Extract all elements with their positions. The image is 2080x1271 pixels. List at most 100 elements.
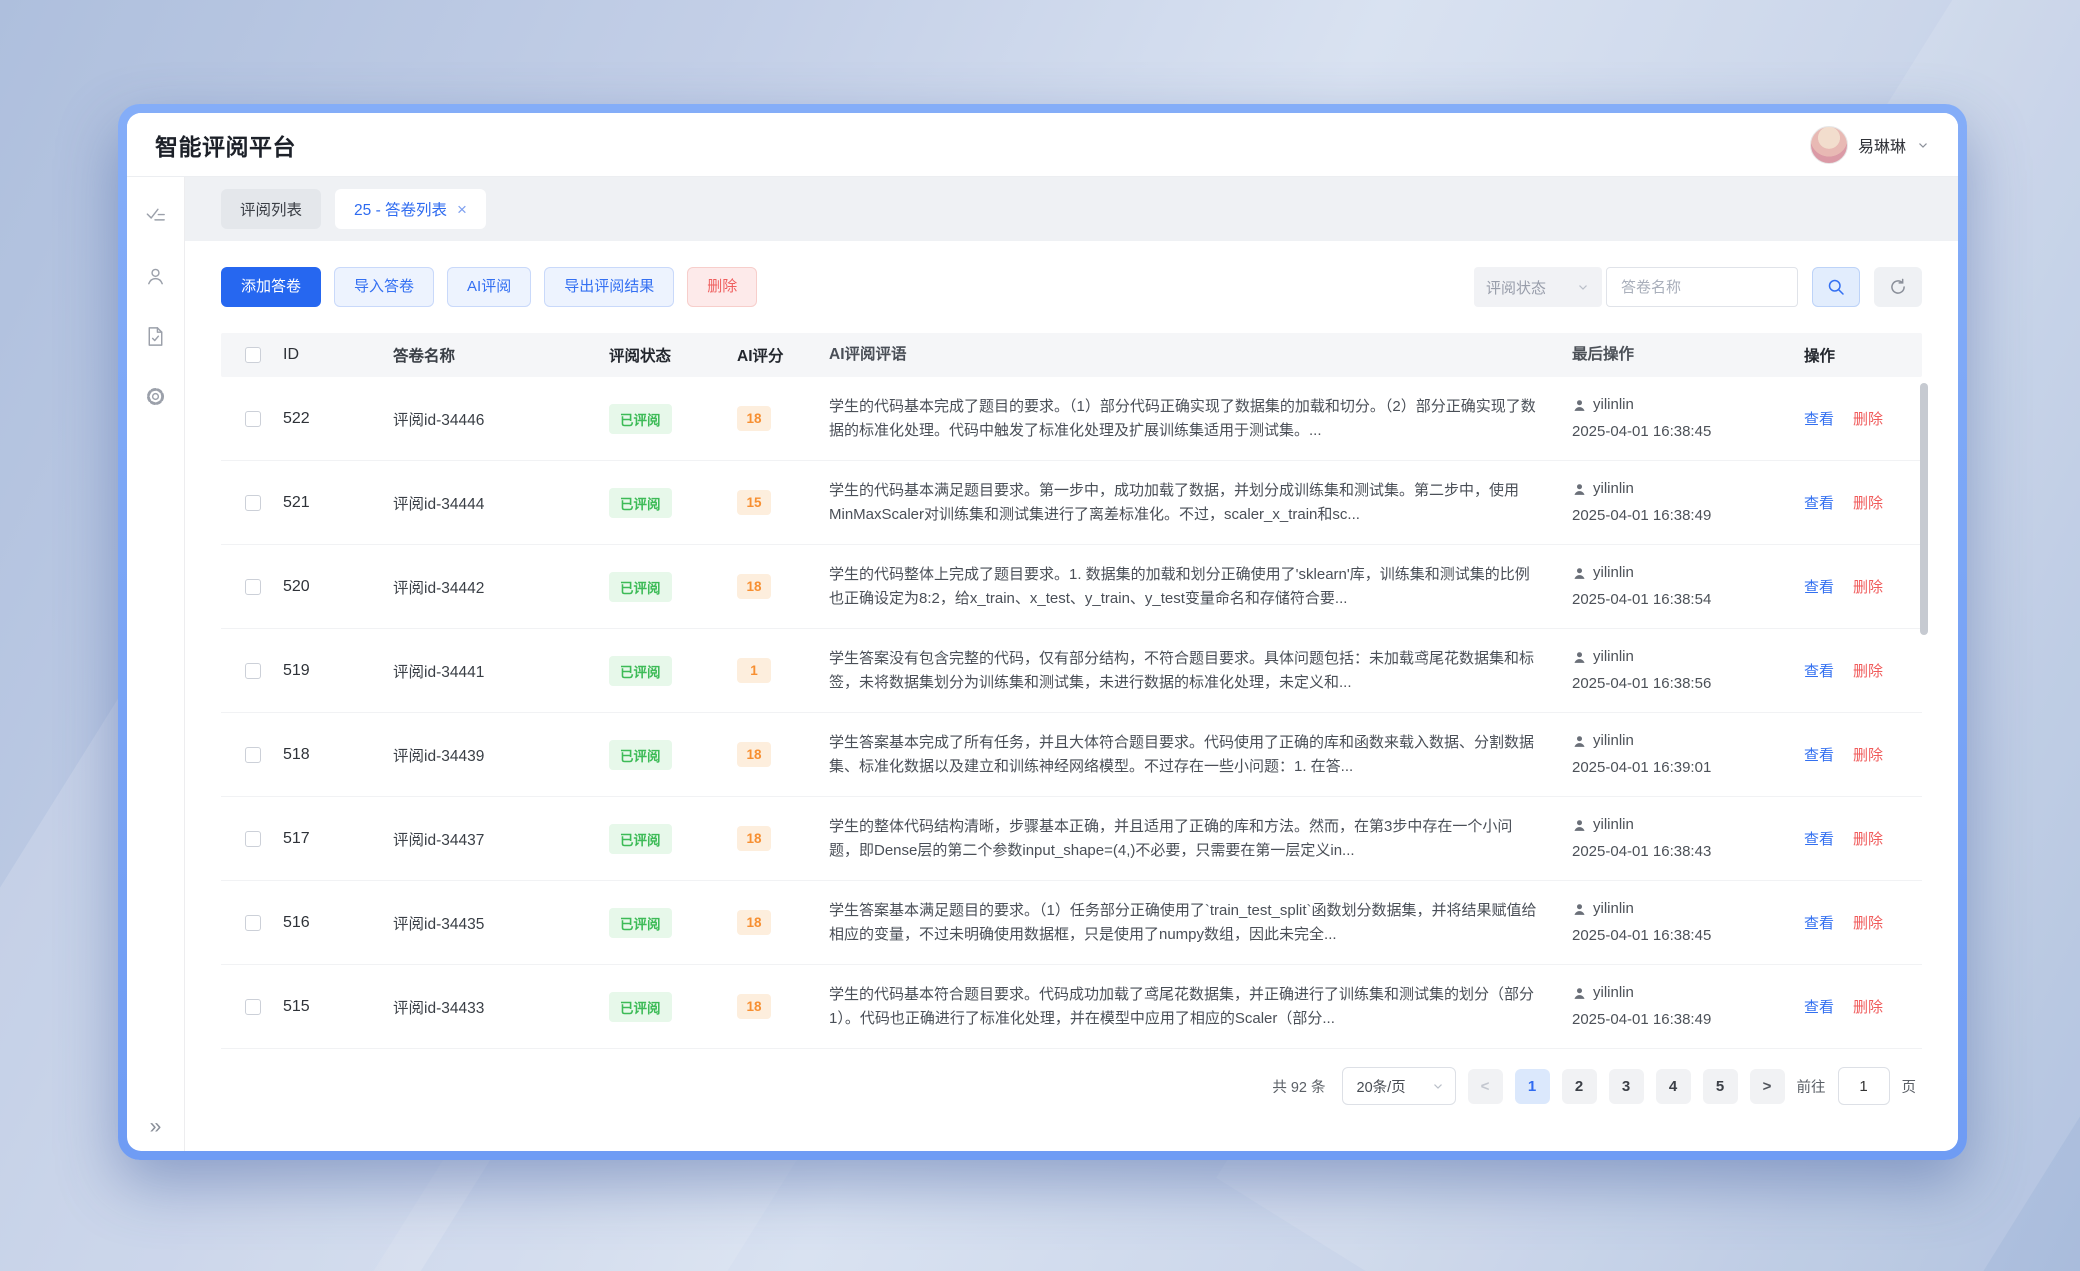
tab-review-list[interactable]: 评阅列表 [221,189,321,229]
header-last-op: 最后操作 [1572,341,1804,368]
row-operator: yilinlin [1593,896,1634,922]
row-last-op: yilinlin 2025-04-01 16:38:56 [1572,644,1804,697]
pagination-next-button[interactable]: > [1750,1069,1785,1104]
status-badge: 已评阅 [609,992,672,1022]
sidebar-item-users[interactable] [143,263,169,289]
row-last-op: yilinlin 2025-04-01 16:38:45 [1572,392,1804,445]
app-title: 智能评阅平台 [155,128,296,162]
pagination-total: 共 92 条 [1272,1076,1325,1097]
header-name: 答卷名称 [393,344,609,366]
row-checkbox[interactable] [245,831,261,847]
export-results-button[interactable]: 导出评阅结果 [544,267,674,307]
user-name: 易琳琳 [1858,133,1906,157]
row-checkbox[interactable] [245,663,261,679]
row-operator: yilinlin [1593,560,1634,586]
person-icon [1572,566,1587,581]
app-header: 智能评阅平台 易琳琳 [127,113,1958,177]
delete-button[interactable]: 删除 [687,267,757,307]
table-row: 520 评阅id-34442 已评阅 18 学生的代码整体上完成了题目要求。1.… [221,545,1922,629]
row-time: 2025-04-01 16:38:49 [1572,1007,1804,1033]
pagination-prev-button[interactable]: < [1468,1069,1503,1104]
search-input[interactable] [1606,267,1798,307]
table-body: 522 评阅id-34446 已评阅 18 学生的代码基本完成了题目的要求。（1… [221,377,1922,1049]
pagination-goto-label: 前往 [1797,1076,1826,1097]
pagination-goto-input[interactable] [1838,1067,1890,1105]
view-link[interactable]: 查看 [1804,744,1834,765]
sidebar-expand-icon[interactable]: » [150,1116,162,1137]
pagination-page-1[interactable]: 1 [1515,1069,1550,1104]
row-id: 521 [283,494,393,512]
delete-link[interactable]: 删除 [1853,408,1883,429]
status-filter-select[interactable]: 评阅状态 [1474,267,1602,307]
tab-answer-list[interactable]: 25 - 答卷列表 × [335,189,486,229]
search-button[interactable] [1812,267,1860,307]
row-id: 522 [283,410,393,428]
row-checkbox[interactable] [245,411,261,427]
sidebar: » [127,177,185,1151]
score-badge: 18 [737,742,771,767]
row-last-op: yilinlin 2025-04-01 16:38:54 [1572,560,1804,613]
view-link[interactable]: 查看 [1804,492,1834,513]
row-time: 2025-04-01 16:38:45 [1572,419,1804,445]
status-filter-placeholder: 评阅状态 [1486,277,1546,298]
import-answer-button[interactable]: 导入答卷 [334,267,434,307]
tab-label: 25 - 答卷列表 [354,198,447,220]
select-all-checkbox[interactable] [245,347,261,363]
pagination-page-unit: 页 [1902,1076,1917,1097]
row-comment: 学生的整体代码结构清晰，步骤基本正确，并且适用了正确的库和方法。然而，在第3步中… [829,815,1542,862]
row-last-op: yilinlin 2025-04-01 16:38:45 [1572,896,1804,949]
row-checkbox[interactable] [245,747,261,763]
pagination-page-4[interactable]: 4 [1656,1069,1691,1104]
row-name: 评阅id-34439 [393,744,609,766]
avatar[interactable] [1810,126,1848,164]
pagination-page-5[interactable]: 5 [1703,1069,1738,1104]
row-checkbox[interactable] [245,579,261,595]
row-checkbox[interactable] [245,915,261,931]
row-last-op: yilinlin 2025-04-01 16:38:49 [1572,476,1804,529]
page-size-select[interactable]: 20条/页 [1342,1067,1456,1105]
view-link[interactable]: 查看 [1804,828,1834,849]
sidebar-item-settings[interactable] [143,383,169,409]
view-link[interactable]: 查看 [1804,408,1834,429]
delete-link[interactable]: 删除 [1853,996,1883,1017]
delete-link[interactable]: 删除 [1853,492,1883,513]
status-badge: 已评阅 [609,824,672,854]
header-status: 评阅状态 [609,344,737,366]
table-row: 518 评阅id-34439 已评阅 18 学生答案基本完成了所有任务，并且大体… [221,713,1922,797]
delete-link[interactable]: 删除 [1853,912,1883,933]
document-check-icon [144,325,167,348]
delete-link[interactable]: 删除 [1853,660,1883,681]
view-link[interactable]: 查看 [1804,660,1834,681]
table-row: 516 评阅id-34435 已评阅 18 学生答案基本满足题目的要求。（1）任… [221,881,1922,965]
row-comment: 学生的代码基本符合题目要求。代码成功加载了鸢尾花数据集，并正确进行了训练集和测试… [829,983,1542,1030]
user-menu[interactable]: 易琳琳 [1810,126,1930,164]
status-badge: 已评阅 [609,572,672,602]
table-row: 517 评阅id-34437 已评阅 18 学生的整体代码结构清晰，步骤基本正确… [221,797,1922,881]
header-id: ID [283,346,393,364]
delete-link[interactable]: 删除 [1853,744,1883,765]
pagination-page-3[interactable]: 3 [1609,1069,1644,1104]
row-checkbox[interactable] [245,495,261,511]
row-id: 515 [283,998,393,1016]
delete-link[interactable]: 删除 [1853,576,1883,597]
row-comment: 学生的代码基本完成了题目的要求。（1）部分代码正确实现了数据集的加载和切分。（2… [829,395,1542,442]
sidebar-item-documents[interactable] [143,323,169,349]
row-id: 517 [283,830,393,848]
tabs-bar: 评阅列表 25 - 答卷列表 × [185,177,1958,241]
row-id: 519 [283,662,393,680]
header-ops: 操作 [1804,344,1922,366]
delete-link[interactable]: 删除 [1853,828,1883,849]
view-link[interactable]: 查看 [1804,576,1834,597]
sidebar-item-review-list[interactable] [143,203,169,229]
pagination-page-2[interactable]: 2 [1562,1069,1597,1104]
row-operator: yilinlin [1593,644,1634,670]
close-icon[interactable]: × [457,201,467,218]
scrollbar-thumb[interactable] [1920,383,1928,635]
view-link[interactable]: 查看 [1804,996,1834,1017]
row-checkbox[interactable] [245,999,261,1015]
view-link[interactable]: 查看 [1804,912,1834,933]
refresh-button[interactable] [1874,267,1922,307]
add-answer-button[interactable]: 添加答卷 [221,267,321,307]
ai-review-button[interactable]: AI评阅 [447,267,531,307]
row-operator: yilinlin [1593,476,1634,502]
